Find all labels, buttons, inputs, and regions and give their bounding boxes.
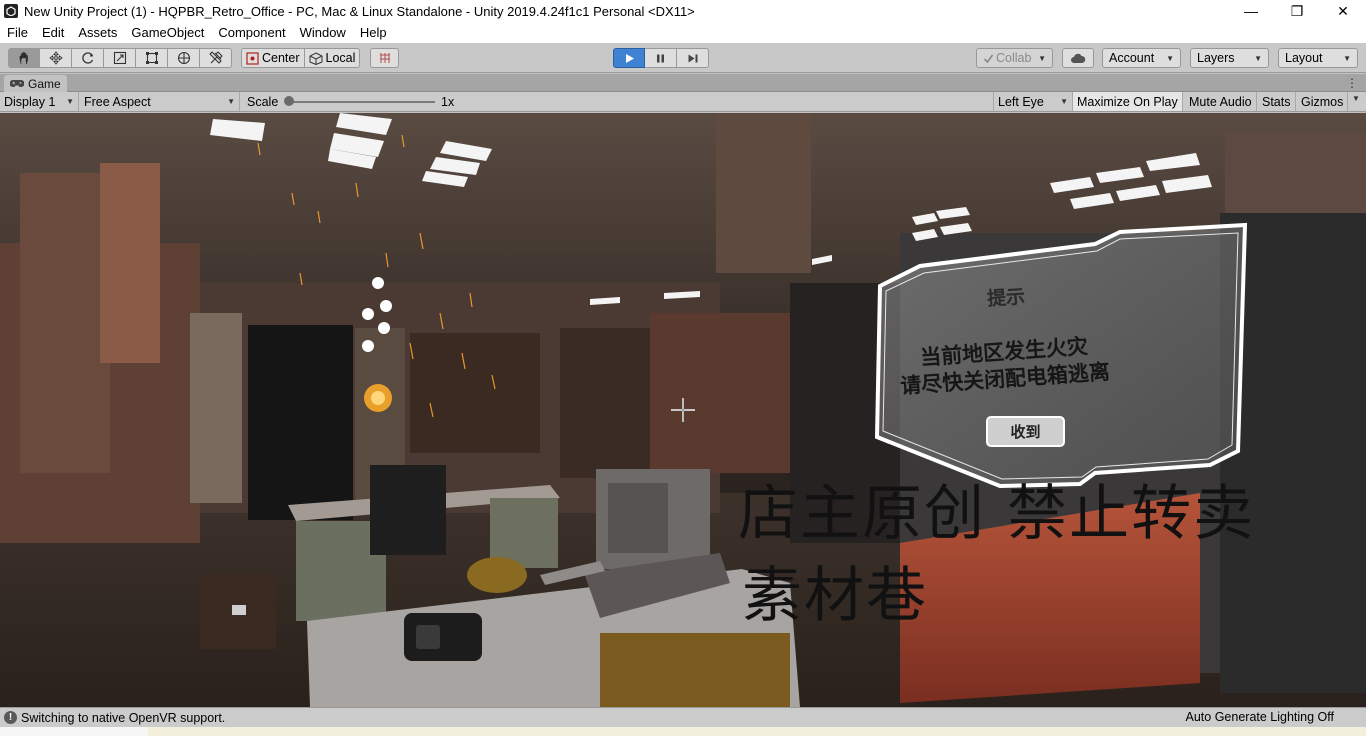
tab-options-icon[interactable]: ⋮ (1346, 76, 1358, 90)
maximize-button[interactable]: ❐ (1274, 0, 1320, 22)
warning-icon: ! (4, 711, 17, 724)
menu-file[interactable]: File (0, 25, 35, 40)
step-icon (688, 54, 697, 62)
custom-tool-icon (208, 51, 223, 64)
transform-tool-button[interactable] (168, 48, 200, 68)
menu-bar: File Edit Assets GameObject Component Wi… (0, 22, 1366, 43)
game-view-toolbar: Display 1 ▼ Free Aspect ▼ Scale 1x Left … (0, 92, 1366, 112)
menu-gameobject[interactable]: GameObject (124, 25, 211, 40)
pivot-center-label: Center (262, 51, 300, 65)
gamepad-icon (10, 80, 24, 87)
transform-icon (177, 51, 190, 65)
hand-tool-button[interactable] (8, 48, 40, 68)
pivot-center-toggle[interactable]: Center (241, 48, 305, 68)
transform-tools (8, 48, 232, 68)
collab-dropdown[interactable]: Collab ▼ (976, 48, 1053, 68)
chevron-down-icon: ▼ (1166, 53, 1174, 63)
title-bar: New Unity Project (1) - HQPBR_Retro_Offi… (0, 0, 1366, 22)
chevron-down-icon: ▼ (66, 97, 74, 106)
chevron-down-icon[interactable]: ▼ (1352, 94, 1360, 103)
tab-game[interactable]: Game (4, 75, 67, 92)
menu-help[interactable]: Help (353, 25, 394, 40)
pause-icon (657, 54, 664, 62)
grid-snap-group (370, 48, 399, 68)
scale-icon (113, 51, 126, 65)
crosshair-icon (670, 397, 696, 423)
layers-dropdown[interactable]: Layers ▼ (1190, 48, 1269, 68)
grid-snap-button[interactable] (370, 48, 399, 68)
status-bar: ! Switching to native OpenVR support. Au… (0, 707, 1366, 727)
taskbar-segment (0, 727, 148, 736)
chevron-down-icon: ▼ (1254, 53, 1262, 63)
chevron-down-icon: ▼ (1060, 97, 1068, 106)
mute-audio-toggle[interactable]: Mute Audio (1185, 92, 1257, 111)
tab-bar: Game ⋮ (0, 74, 1366, 92)
chevron-down-icon: ▼ (1038, 53, 1046, 63)
pause-button[interactable] (645, 48, 677, 68)
eye-dropdown[interactable]: Left Eye ▼ (993, 92, 1073, 111)
grid-snap-icon (379, 53, 390, 63)
rect-tool-button[interactable] (136, 48, 168, 68)
scale-tool-button[interactable] (104, 48, 136, 68)
eye-label: Left Eye (998, 94, 1044, 109)
account-dropdown[interactable]: Account ▼ (1102, 48, 1181, 68)
rect-icon (145, 52, 158, 64)
menu-assets[interactable]: Assets (71, 25, 124, 40)
unity-logo-icon (4, 4, 18, 18)
dialog-title: 提示 (986, 285, 1026, 311)
pivot-center-icon (246, 51, 259, 65)
move-tool-button[interactable] (40, 48, 72, 68)
play-button[interactable] (613, 48, 645, 68)
pivot-local-label: Local (325, 51, 356, 65)
scale-value: 1x (441, 94, 455, 109)
main-toolbar: Center Local Collab ▼ Account ▼ Layers ▼… (0, 43, 1366, 73)
pivot-local-toggle[interactable]: Local (304, 48, 361, 68)
scale-slider-track[interactable] (289, 101, 435, 103)
collab-label: Collab (996, 51, 1032, 65)
chevron-down-icon: ▼ (1343, 53, 1351, 63)
display-label: Display 1 (4, 94, 56, 109)
move-icon (48, 51, 63, 65)
menu-component[interactable]: Component (211, 25, 292, 40)
dialog-confirm-button[interactable]: 收到 (987, 417, 1064, 446)
watermark-line-1: 店主原创 禁止转卖 (738, 479, 1256, 549)
cloud-button[interactable] (1062, 48, 1094, 68)
hand-icon (19, 52, 28, 65)
taskbar-strip (0, 727, 1366, 736)
status-message[interactable]: Switching to native OpenVR support. (21, 711, 225, 725)
checkmark-icon (983, 54, 994, 63)
tab-game-label: Game (28, 76, 61, 91)
playmode-controls (613, 48, 709, 68)
lighting-status: Auto Generate Lighting Off (1185, 710, 1334, 724)
watermark-line-2: 素材巷 (742, 561, 928, 631)
pivot-local-icon (309, 51, 323, 65)
pivot-toggles: Center Local (241, 48, 361, 68)
maximize-on-play-toggle[interactable]: Maximize On Play (1073, 92, 1183, 111)
step-button[interactable] (677, 48, 709, 68)
menu-edit[interactable]: Edit (35, 25, 71, 40)
scale-slider-thumb[interactable] (284, 96, 294, 106)
play-icon (625, 53, 634, 63)
layout-dropdown[interactable]: Layout ▼ (1278, 48, 1358, 68)
gizmos-toggle[interactable]: Gizmos (1297, 92, 1349, 111)
game-viewport[interactable]: 提示 当前地区发生火灾 请尽快关闭配电箱逃离 收到 店主原创 禁止转卖 素材巷 (0, 113, 1366, 707)
layers-label: Layers (1197, 51, 1235, 65)
custom-tool-button[interactable] (200, 48, 232, 68)
display-dropdown[interactable]: Display 1 ▼ (0, 92, 79, 111)
rotate-icon (81, 52, 93, 64)
stats-toggle[interactable]: Stats (1258, 92, 1296, 111)
window-title: New Unity Project (1) - HQPBR_Retro_Offi… (24, 3, 695, 19)
aspect-dropdown[interactable]: Free Aspect ▼ (80, 92, 240, 111)
chevron-down-icon: ▼ (227, 97, 235, 106)
scale-label: Scale (247, 94, 279, 109)
minimize-button[interactable]: — (1228, 0, 1274, 22)
rotate-tool-button[interactable] (72, 48, 104, 68)
close-button[interactable]: ✕ (1320, 0, 1366, 22)
account-label: Account (1109, 51, 1155, 65)
menu-window[interactable]: Window (293, 25, 353, 40)
aspect-label: Free Aspect (84, 94, 151, 109)
layout-label: Layout (1285, 51, 1323, 65)
cloud-icon (1071, 53, 1086, 63)
